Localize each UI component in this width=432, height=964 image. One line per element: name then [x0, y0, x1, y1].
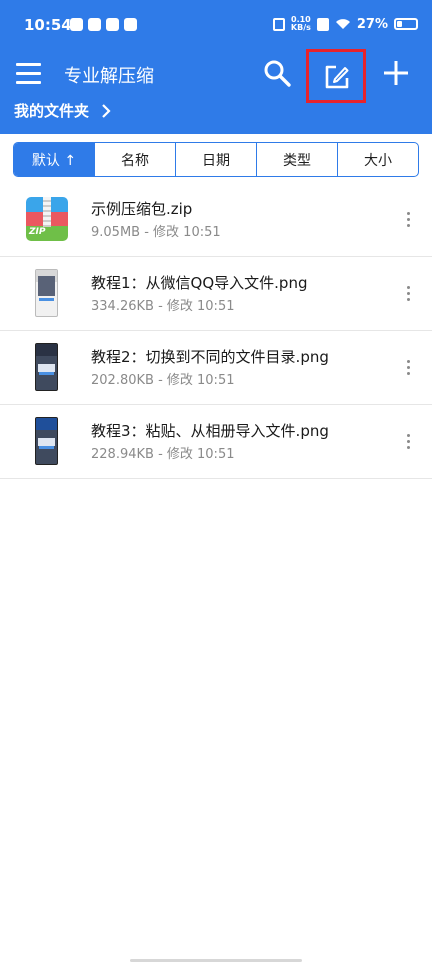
- more-vertical-icon[interactable]: [398, 207, 420, 231]
- plus-icon[interactable]: [381, 58, 411, 88]
- shop-notification-icon: [88, 18, 101, 31]
- file-name: 教程3：粘贴、从相册导入文件.png: [91, 422, 329, 440]
- file-list: ZIP 示例压缩包.zip 9.05MB - 修改 10:51 教程1：从微信Q…: [0, 183, 432, 479]
- menu-icon[interactable]: [14, 60, 44, 86]
- file-name: 示例压缩包.zip: [91, 200, 193, 218]
- edit-icon: [325, 65, 349, 89]
- image-thumbnail: [35, 343, 58, 391]
- image-thumbnail: [35, 417, 58, 465]
- link-notification-icon: [106, 18, 119, 31]
- file-meta: 334.26KB - 修改 10:51: [91, 299, 235, 314]
- sort-tab-name[interactable]: 名称: [94, 143, 175, 176]
- sort-tab-date[interactable]: 日期: [175, 143, 256, 176]
- file-row[interactable]: 教程3：粘贴、从相册导入文件.png 228.94KB - 修改 10:51: [0, 405, 432, 479]
- sort-tab-type[interactable]: 类型: [256, 143, 337, 176]
- chevron-right-icon: [102, 103, 111, 118]
- more-vertical-icon[interactable]: [398, 355, 420, 379]
- file-name: 教程2：切换到不同的文件目录.png: [91, 348, 329, 366]
- status-time: 10:54: [24, 16, 72, 34]
- file-meta: 228.94KB - 修改 10:51: [91, 447, 235, 462]
- file-row[interactable]: 教程2：切换到不同的文件目录.png 202.80KB - 修改 10:51: [0, 331, 432, 405]
- sim-icon: [316, 17, 329, 31]
- sort-tab-size[interactable]: 大小: [337, 143, 418, 176]
- sort-bar: 默认 ↑ 名称 日期 类型 大小: [13, 142, 419, 177]
- file-name: 教程1：从微信QQ导入文件.png: [91, 274, 308, 292]
- sort-tab-default[interactable]: 默认 ↑: [14, 143, 94, 176]
- more-vertical-icon[interactable]: [398, 429, 420, 453]
- app-header: 10:54 0.10 KB/s 27% 专业解压缩 我的文件夹: [0, 0, 432, 134]
- app-title: 专业解压缩: [64, 66, 154, 87]
- file-meta: 9.05MB - 修改 10:51: [91, 225, 221, 240]
- breadcrumb[interactable]: 我的文件夹: [14, 100, 111, 121]
- edit-button[interactable]: [306, 49, 366, 103]
- zip-file-icon: ZIP: [26, 197, 68, 241]
- image-thumbnail: [35, 269, 58, 317]
- file-meta: 202.80KB - 修改 10:51: [91, 373, 235, 388]
- file-row[interactable]: 教程1：从微信QQ导入文件.png 334.26KB - 修改 10:51: [0, 257, 432, 331]
- vibrate-icon: [272, 17, 285, 31]
- battery-icon: [394, 18, 418, 30]
- zip-icon-label: ZIP: [29, 227, 46, 237]
- search-icon[interactable]: [262, 58, 292, 88]
- wifi-icon: [335, 19, 350, 29]
- more-vertical-icon[interactable]: [398, 281, 420, 305]
- battery-percent: 27%: [356, 16, 388, 32]
- status-bar: 10:54 0.10 KB/s 27%: [0, 0, 432, 50]
- status-right: 0.10 KB/s 27%: [272, 16, 418, 32]
- mail-notification-icon: [124, 18, 137, 31]
- tiktok-notification-icon: [70, 18, 83, 31]
- net-speed: 0.10 KB/s: [291, 16, 311, 32]
- breadcrumb-label: 我的文件夹: [14, 102, 90, 120]
- net-speed-unit: KB/s: [290, 23, 311, 32]
- file-row[interactable]: ZIP 示例压缩包.zip 9.05MB - 修改 10:51: [0, 183, 432, 257]
- gesture-nav-handle[interactable]: [130, 959, 302, 962]
